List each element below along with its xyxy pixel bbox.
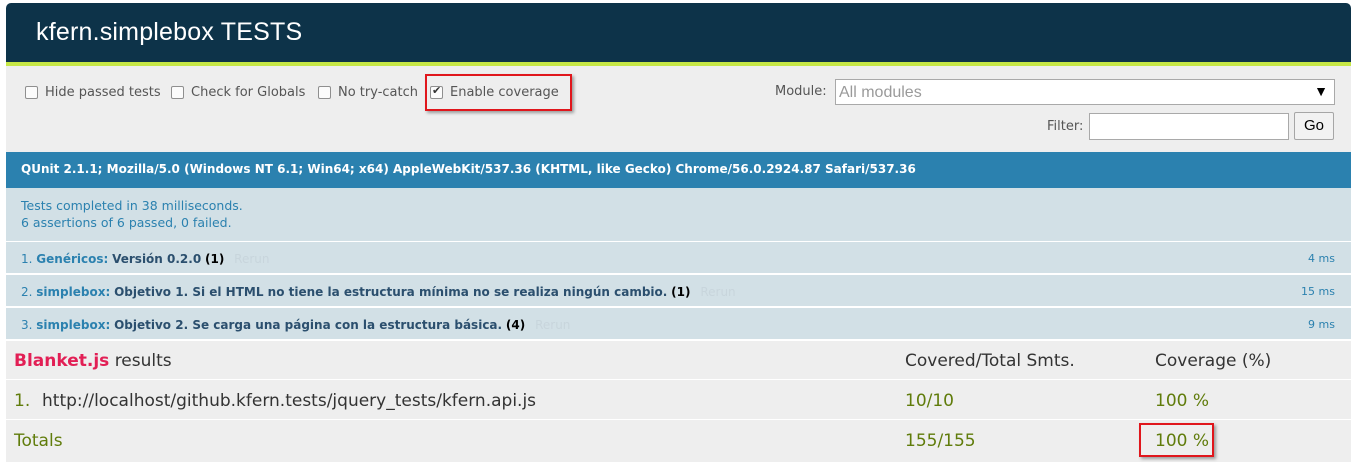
test-module-name: simplebox: [36, 285, 111, 299]
hide-passed-label: Hide passed tests [45, 84, 161, 100]
file-coverage: 100 % [1155, 391, 1210, 411]
summary-duration: Tests completed in 38 milliseconds. [21, 198, 243, 213]
test-name[interactable]: Objetivo 2. Se carga una página con la e… [114, 318, 502, 332]
test-duration: 15 ms [1301, 285, 1335, 298]
page-title[interactable]: kfern.simplebox TESTS [36, 18, 302, 47]
coverage-column-header: Coverage (%) [1155, 351, 1272, 371]
enable-coverage-highlight-box [425, 74, 572, 111]
go-button[interactable]: Go [1294, 112, 1334, 140]
blanket-title: Blanket.js results [14, 351, 172, 371]
module-label: Module: [775, 84, 827, 99]
test-module-name: simplebox: [36, 318, 111, 332]
blanket-brand: Blanket.js [14, 351, 110, 371]
filter-label: Filter: [1047, 119, 1084, 134]
file-path[interactable]: http://localhost/github.kfern.tests/jque… [42, 391, 536, 411]
test-row[interactable]: 1. Genéricos: Versión 0.2.0 (1) Rerun 4 … [6, 241, 1351, 273]
rerun-link[interactable]: Rerun [234, 252, 269, 266]
hide-passed-checkbox[interactable] [25, 85, 38, 99]
test-number: 2. [21, 285, 33, 299]
test-row[interactable]: 3. simplebox: Objetivo 2. Se carga una p… [6, 307, 1351, 339]
test-summary: Tests completed in 38 milliseconds. 6 as… [6, 188, 1351, 241]
no-try-catch-checkbox[interactable] [318, 85, 331, 99]
test-duration: 4 ms [1308, 252, 1335, 265]
file-covered: 10/10 [905, 391, 954, 411]
file-number: 1. [14, 391, 31, 411]
qunit-toolbar: Hide passed tests Check for Globals No t… [6, 66, 1351, 152]
test-assertion-count: (1) [671, 285, 691, 299]
totals-covered: 155/155 [905, 431, 976, 451]
blanket-header-row: Blanket.js results Covered/Total Smts. C… [6, 341, 1351, 380]
check-globals-option[interactable]: Check for Globals [171, 84, 305, 100]
filter-input[interactable] [1089, 113, 1289, 140]
test-number: 1. [21, 252, 33, 266]
test-assertion-count: (1) [205, 252, 225, 266]
blanket-file-row[interactable]: 1. http://localhost/github.kfern.tests/j… [6, 381, 1351, 420]
no-try-catch-option[interactable]: No try-catch [318, 84, 418, 100]
test-duration: 9 ms [1308, 318, 1335, 331]
test-row[interactable]: 2. simplebox: Objetivo 1. Si el HTML no … [6, 274, 1351, 306]
test-assertion-count: (4) [505, 318, 526, 332]
check-globals-checkbox[interactable] [171, 85, 184, 99]
blanket-results-label: results [114, 351, 172, 371]
module-select-value: All modules [839, 84, 922, 101]
test-module-name: Genéricos: [36, 252, 109, 266]
no-try-catch-label: No try-catch [338, 84, 419, 100]
rerun-link[interactable]: Rerun [535, 318, 570, 332]
qunit-page: kfern.simplebox TESTS Hide passed tests … [0, 0, 1361, 470]
totals-coverage-highlight-box [1139, 423, 1214, 457]
test-name[interactable]: Versión 0.2.0 [112, 252, 201, 266]
check-globals-label: Check for Globals [191, 84, 306, 100]
covered-column-header: Covered/Total Smts. [905, 351, 1075, 371]
module-select[interactable]: All modules ▼ [835, 79, 1335, 105]
hide-passed-option[interactable]: Hide passed tests [25, 84, 161, 100]
rerun-link[interactable]: Rerun [700, 285, 735, 299]
qunit-header: kfern.simplebox TESTS [6, 3, 1351, 62]
summary-assertions: 6 assertions of 6 passed, 0 failed. [21, 215, 232, 230]
user-agent-bar: QUnit 2.1.1; Mozilla/5.0 (Windows NT 6.1… [6, 152, 1351, 188]
test-name[interactable]: Objetivo 1. Si el HTML no tiene la estru… [114, 285, 667, 299]
test-number: 3. [21, 318, 33, 332]
dropdown-arrow-icon[interactable]: ▼ [1314, 83, 1328, 99]
totals-label: Totals [14, 431, 63, 451]
